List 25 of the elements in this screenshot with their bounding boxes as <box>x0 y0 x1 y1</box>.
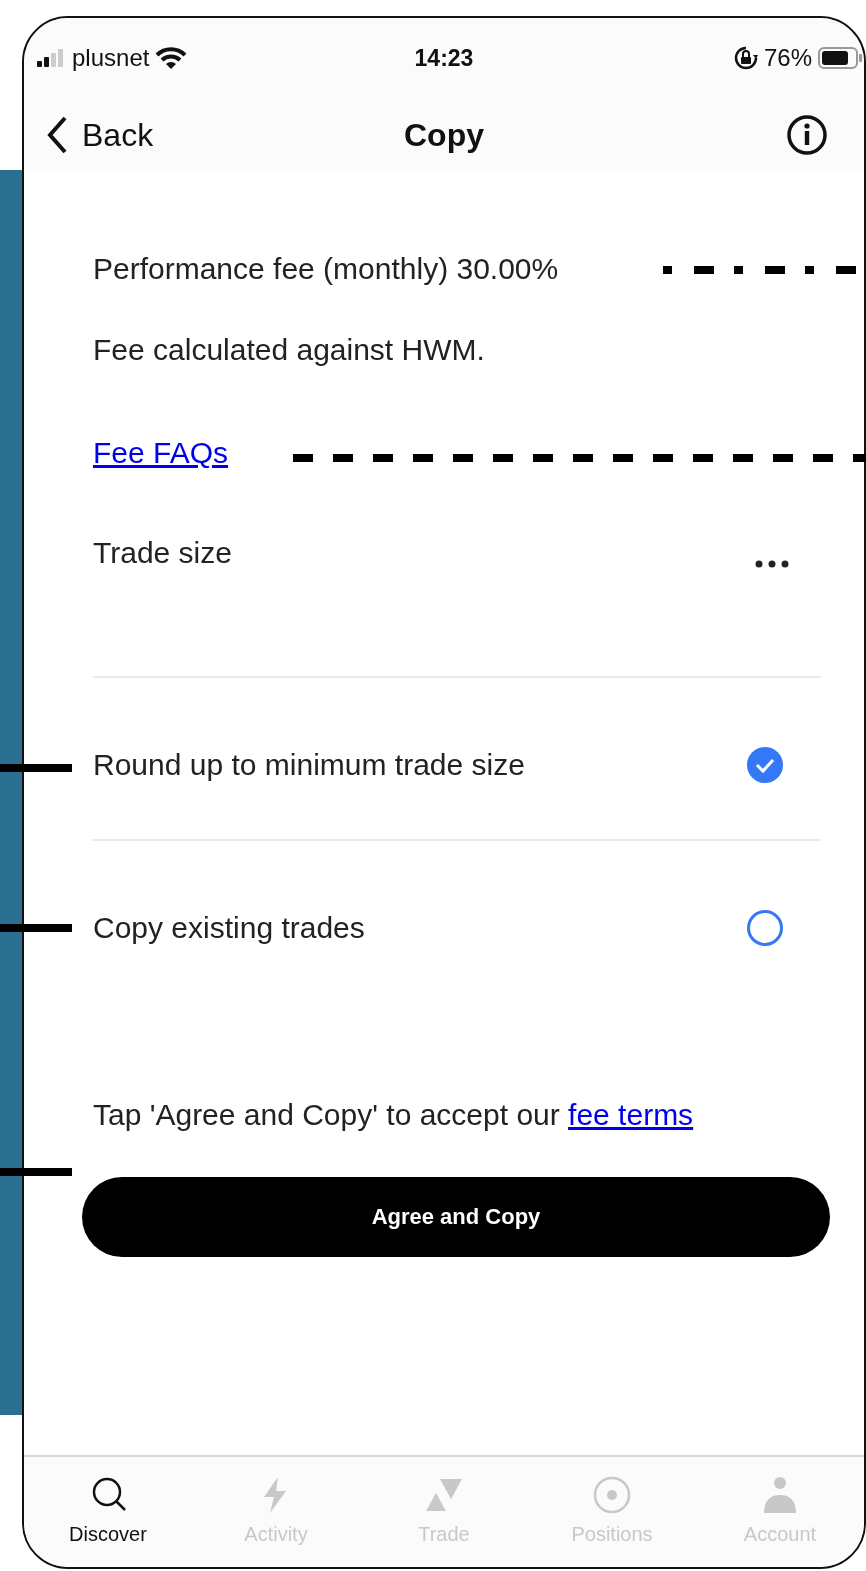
chevron-left-icon <box>46 115 68 155</box>
option-label: Round up to minimum trade size <box>93 747 525 782</box>
trade-size-label: Trade size <box>93 535 232 571</box>
info-icon <box>786 114 828 156</box>
signal-icon <box>36 48 66 68</box>
fee-note-text: Fee calculated against HWM. <box>93 332 485 368</box>
fee-faqs-link[interactable]: Fee FAQs <box>93 428 229 478</box>
terms-text: Tap 'Agree and Copy' to accept our fee terms <box>93 1098 694 1131</box>
checkbox-checked[interactable] <box>746 745 784 784</box>
checkbox-unchecked[interactable] <box>746 908 784 947</box>
wifi-icon <box>155 46 188 70</box>
orientation-lock-icon <box>733 46 758 70</box>
carrier-name: plusnet <box>72 44 150 72</box>
battery-percent: 76% <box>763 44 812 72</box>
clock-time: 14:23 <box>414 44 474 72</box>
back-button[interactable]: Back <box>46 115 154 155</box>
agree-and-copy-button[interactable]: Agree and Copy <box>82 1177 830 1257</box>
target-icon <box>592 1475 632 1515</box>
screen-title: Copy <box>404 116 484 154</box>
battery-icon <box>818 46 864 70</box>
more-icon <box>755 560 789 568</box>
performance-fee-text: Performance fee (monthly) 30.00% <box>93 251 559 287</box>
option-label: Copy existing trades <box>93 910 365 945</box>
fee-terms-link[interactable]: fee terms <box>568 1098 694 1131</box>
tab-item[interactable]: Discover <box>24 1457 192 1567</box>
